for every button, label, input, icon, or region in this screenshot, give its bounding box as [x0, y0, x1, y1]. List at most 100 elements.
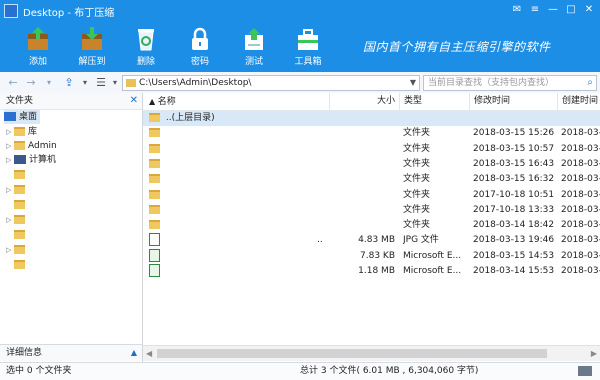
horizontal-scrollbar[interactable]: ◀ ▶	[143, 345, 600, 361]
delete-button[interactable]: 删除	[125, 24, 167, 70]
computer-icon	[14, 155, 26, 164]
back-arrow-icon[interactable]: ←	[6, 75, 20, 90]
view-mode-icon[interactable]: ☰	[94, 75, 108, 90]
path-input[interactable]: C:\Users\Admin\Desktop\ ▼	[122, 75, 420, 91]
add-button[interactable]: 添加	[17, 24, 59, 70]
tree-item-folder[interactable]: ▷	[6, 183, 28, 197]
tree-item-library[interactable]: ▷ 库	[6, 125, 37, 139]
settings-icon[interactable]	[578, 366, 592, 376]
cell-text: Microsoft E...	[403, 266, 462, 276]
scroll-left-icon[interactable]: ◀	[146, 346, 152, 361]
table-row[interactable]: 文件夹 2018-03-15 10:57 2018-03-	[143, 142, 600, 157]
tree-item-desktop[interactable]: 桌面	[4, 110, 40, 124]
table-row[interactable]: 文件夹 2018-03-15 16:43 2018-03-	[143, 157, 600, 172]
cell-created: 2018-03-	[561, 264, 600, 279]
toolbox-button[interactable]: 工具箱	[287, 24, 329, 70]
maximize-icon[interactable]: □	[564, 3, 578, 17]
folder-icon	[14, 245, 25, 254]
column-created[interactable]: 创建时间	[557, 93, 600, 110]
cell-created: 2018-03-	[561, 172, 600, 187]
minimize-icon[interactable]: —	[546, 3, 560, 17]
cell-text: ..	[317, 235, 323, 246]
close-icon[interactable]: ✕	[582, 3, 596, 17]
cell-created: 2018-03-	[561, 126, 600, 141]
table-row[interactable]: 7.83 KB Microsoft E... 2018-03-15 14:53 201…	[143, 248, 600, 264]
tree-label: 库	[28, 127, 38, 137]
cell-text: 文件夹	[403, 189, 431, 200]
table-row[interactable]: 文件夹 2017-10-18 10:51 2018-03-	[143, 188, 600, 203]
tree-item-admin[interactable]: ▷ Admin	[6, 139, 57, 153]
column-name[interactable]: ▲ 名称	[143, 93, 329, 110]
table-row[interactable]: 1.18 MB Microsoft E... 2018-03-14 15:53 201…	[143, 264, 600, 279]
cell-text: 文件夹	[403, 174, 431, 185]
search-input[interactable]: 当前目录查找（支持包内查找） ⌕	[423, 75, 597, 91]
tree-item-folder[interactable]: ▷	[6, 213, 28, 227]
close-pane-icon[interactable]: ✕	[130, 93, 138, 109]
folder-icon	[149, 174, 160, 184]
forward-arrow-icon[interactable]: →	[24, 75, 38, 90]
tree-label: 桌面	[19, 112, 38, 122]
cell-type: 文件夹	[403, 218, 469, 233]
search-icon[interactable]: ⌕	[587, 76, 593, 90]
table-row[interactable]: .. 4.83 MB JPG 文件 2018-03-13 19:46 2018-03-	[143, 233, 600, 248]
excel-file-icon	[149, 248, 160, 262]
folder-icon	[149, 189, 160, 199]
cell-name	[149, 248, 327, 264]
column-type[interactable]: 类型	[399, 93, 469, 110]
cell-text: 2018-03-15 16:32	[473, 174, 555, 185]
cell-modified: 2018-03-15 14:53	[473, 249, 557, 264]
cell-text: Microsoft E...	[403, 250, 462, 261]
cell-text: 文件夹	[403, 220, 431, 231]
cell-type: Microsoft E...	[403, 249, 469, 264]
table-row[interactable]: 文件夹 2018-03-14 18:42 2018-03-	[143, 218, 600, 233]
up-folder-icon[interactable]: ⇪	[62, 75, 76, 90]
cell-text: 2018-03-15 10:57	[473, 143, 555, 154]
tree-item-folder[interactable]: ▷	[6, 243, 28, 257]
cell-type: 文件夹	[403, 172, 469, 187]
history-dropdown-icon[interactable]: ▾	[44, 75, 54, 90]
tree-item-computer[interactable]: ▷ 计算机	[6, 153, 56, 167]
cell-text: 2018-03-15 15:26	[473, 128, 555, 139]
cell-text: 2018-03-	[561, 143, 600, 154]
menu-icon[interactable]: ≡	[528, 3, 542, 17]
tree-item-folder[interactable]	[6, 198, 28, 212]
image-file-icon	[149, 233, 160, 247]
mail-icon[interactable]: ✉	[510, 3, 524, 17]
add-label: 添加	[28, 57, 47, 67]
add-archive-icon	[28, 27, 48, 50]
cell-name	[149, 218, 327, 233]
up-dropdown-icon[interactable]: ▾	[80, 75, 90, 90]
scroll-thumb[interactable]	[157, 349, 547, 358]
folder-icon	[14, 127, 25, 136]
test-label: 测试	[244, 57, 263, 67]
cell-type: 文件夹	[403, 142, 469, 157]
chevron-up-icon[interactable]: ▲	[131, 345, 137, 361]
extract-button[interactable]: 解压到	[71, 24, 113, 70]
tree-item-folder[interactable]	[6, 258, 28, 272]
table-row[interactable]: 文件夹 2018-03-15 15:26 2018-03-	[143, 126, 600, 141]
table-row[interactable]: 文件夹 2017-10-18 13:33 2018-03-	[143, 203, 600, 218]
delete-label: 删除	[136, 57, 155, 67]
search-placeholder: 当前目录查找（支持包内查找）	[428, 78, 555, 88]
password-button[interactable]: 密码	[179, 24, 221, 70]
scroll-right-icon[interactable]: ▶	[591, 346, 597, 361]
cell-name	[149, 188, 327, 203]
cell-modified: 2018-03-13 19:46	[473, 233, 557, 248]
tree-item-folder[interactable]	[6, 168, 28, 182]
table-row[interactable]: 文件夹 2018-03-15 16:32 2018-03-	[143, 172, 600, 187]
status-selection: 选中 0 个文件夹	[6, 366, 72, 376]
cell-text: 文件夹	[403, 204, 431, 215]
path-dropdown-icon[interactable]: ▼	[410, 76, 416, 90]
cell-name	[149, 172, 327, 187]
cell-size: 4.83 MB	[329, 233, 395, 248]
test-button[interactable]: 测试	[233, 24, 275, 70]
parent-dir-row[interactable]: ..(上层目录)	[143, 111, 600, 126]
cell-text: 文件夹	[403, 158, 431, 169]
column-size[interactable]: 大小	[329, 93, 399, 110]
view-dropdown-icon[interactable]: ▾	[110, 75, 120, 90]
details-pane-header[interactable]: 详细信息 ▲	[0, 344, 142, 361]
cell-text: 7.83 KB	[360, 250, 395, 261]
tree-item-folder[interactable]	[6, 228, 28, 242]
column-modified[interactable]: 修改时间	[469, 93, 557, 110]
cell-name: ..(上层目录)	[149, 111, 327, 126]
